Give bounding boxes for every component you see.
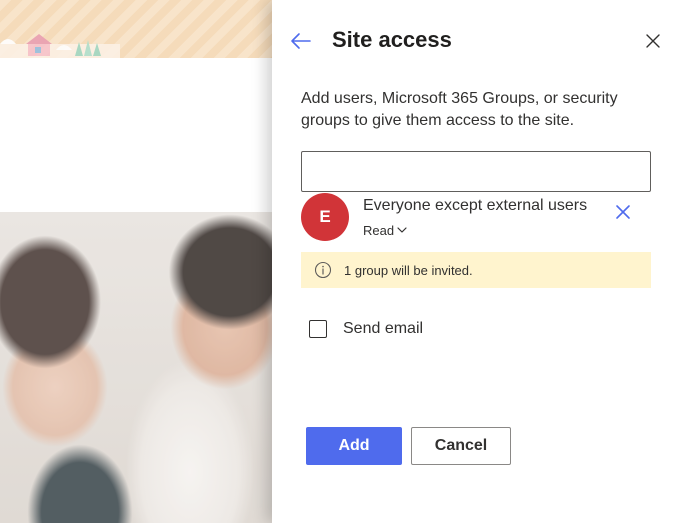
people-picker-input[interactable]	[301, 151, 651, 192]
info-icon	[314, 261, 332, 279]
send-email-option: Send email	[309, 318, 423, 340]
send-email-checkbox[interactable]	[309, 320, 327, 338]
close-icon	[616, 205, 630, 219]
close-button[interactable]	[642, 30, 664, 52]
panel-title: Site access	[332, 27, 452, 52]
add-button[interactable]: Add	[306, 427, 402, 465]
info-message-bar: 1 group will be invited.	[301, 252, 651, 288]
info-message-text: 1 group will be invited.	[344, 262, 473, 278]
avatar: E	[301, 193, 349, 241]
member-item: E Everyone except external users Read	[301, 193, 651, 243]
permission-dropdown[interactable]: Read	[363, 221, 408, 239]
background-page	[0, 0, 272, 523]
remove-member-button[interactable]	[614, 203, 632, 221]
close-icon	[646, 34, 660, 48]
cancel-button[interactable]: Cancel	[411, 427, 511, 465]
member-name: Everyone except external users	[363, 197, 588, 214]
panel-description: Add users, Microsoft 365 Groups, or secu…	[301, 90, 618, 129]
permission-label: Read	[363, 222, 395, 238]
back-button[interactable]	[288, 28, 314, 54]
overlay-dim	[0, 0, 272, 523]
send-email-label[interactable]: Send email	[343, 320, 423, 338]
screen: Site access Add users, Microsoft 365 Gro…	[0, 0, 682, 523]
site-access-panel: Site access Add users, Microsoft 365 Gro…	[272, 0, 682, 523]
chevron-down-icon	[397, 227, 407, 233]
panel-header: Site access	[272, 22, 682, 62]
arrow-left-icon	[291, 33, 311, 49]
